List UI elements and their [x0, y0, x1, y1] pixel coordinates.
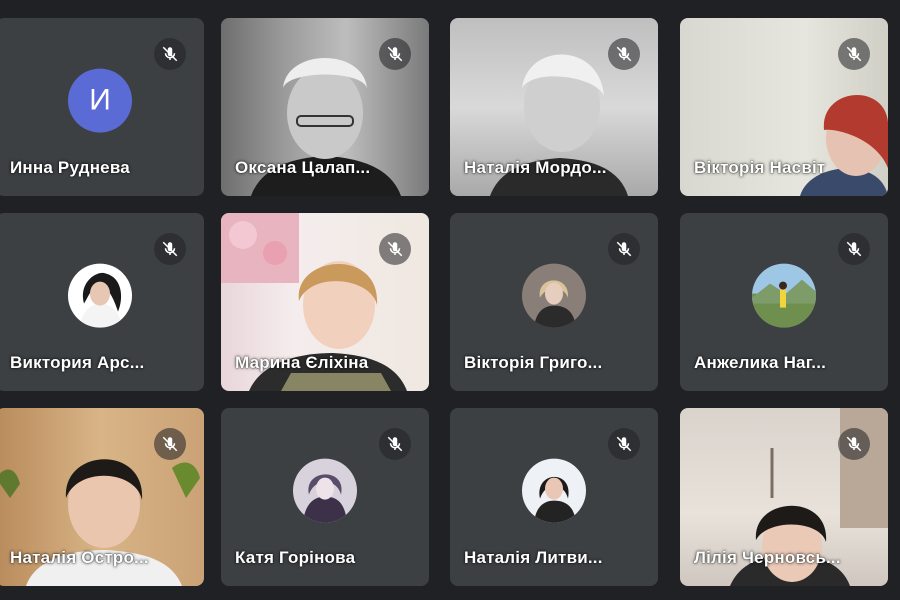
- mic-off-icon[interactable]: [838, 38, 870, 70]
- mic-off-icon[interactable]: [154, 233, 186, 265]
- participant-name: Наталія Остро...: [10, 548, 149, 567]
- participant-tile-oksana[interactable]: Оксана Цалап...: [221, 18, 429, 196]
- avatar: [522, 458, 586, 523]
- participant-name: Вікторія Григо...: [464, 353, 603, 372]
- participant-tile-viktoriya-a[interactable]: Виктория Арс...: [0, 213, 204, 391]
- participant-name: Катя Горінова: [235, 548, 356, 567]
- participant-name: Лілія Черновсь...: [694, 548, 841, 567]
- participant-tile-natalia-o[interactable]: Наталія Остро...: [0, 408, 204, 586]
- mic-off-icon[interactable]: [608, 428, 640, 460]
- participant-tile-natalia-m[interactable]: Наталія Мордо...: [450, 18, 658, 196]
- mic-off-icon[interactable]: [379, 428, 411, 460]
- avatar: [522, 263, 586, 328]
- participant-tile-viktoriia-n[interactable]: Вікторія Насвіт: [680, 18, 888, 196]
- mic-off-icon[interactable]: [379, 233, 411, 265]
- mic-off-icon[interactable]: [154, 38, 186, 70]
- participant-name: Наталія Литви...: [464, 548, 603, 567]
- avatar: И: [68, 68, 132, 133]
- participant-name: Инна Руднева: [10, 158, 130, 177]
- mic-off-icon[interactable]: [838, 233, 870, 265]
- participant-tile-viktoriia-h[interactable]: Вікторія Григо...: [450, 213, 658, 391]
- avatar: [68, 263, 132, 328]
- participant-name: Наталія Мордо...: [464, 158, 607, 177]
- mic-off-icon[interactable]: [154, 428, 186, 460]
- avatar: [752, 263, 816, 328]
- participant-name: Анжелика Наг...: [694, 353, 827, 372]
- participant-name: Марина Єліхіна: [235, 353, 369, 372]
- avatar: [293, 458, 357, 523]
- participant-tile-anzhelika[interactable]: Анжелика Наг...: [680, 213, 888, 391]
- participant-tile-natalia-l[interactable]: Наталія Литви...: [450, 408, 658, 586]
- mic-off-icon[interactable]: [608, 38, 640, 70]
- avatar-letter: И: [89, 83, 111, 117]
- participant-tile-inna[interactable]: И Инна Руднева: [0, 18, 204, 196]
- participant-name: Оксана Цалап...: [235, 158, 371, 177]
- mic-off-icon[interactable]: [379, 38, 411, 70]
- participant-name: Вікторія Насвіт: [694, 158, 826, 177]
- participant-tile-liliia[interactable]: Лілія Черновсь...: [680, 408, 888, 586]
- participant-tile-maryna[interactable]: Марина Єліхіна: [221, 213, 429, 391]
- mic-off-icon[interactable]: [838, 428, 870, 460]
- participant-grid: И Инна Руднева Оксана Цалап... Наталія М…: [0, 0, 900, 600]
- participant-tile-katia[interactable]: Катя Горінова: [221, 408, 429, 586]
- participant-name: Виктория Арс...: [10, 353, 145, 372]
- mic-off-icon[interactable]: [608, 233, 640, 265]
